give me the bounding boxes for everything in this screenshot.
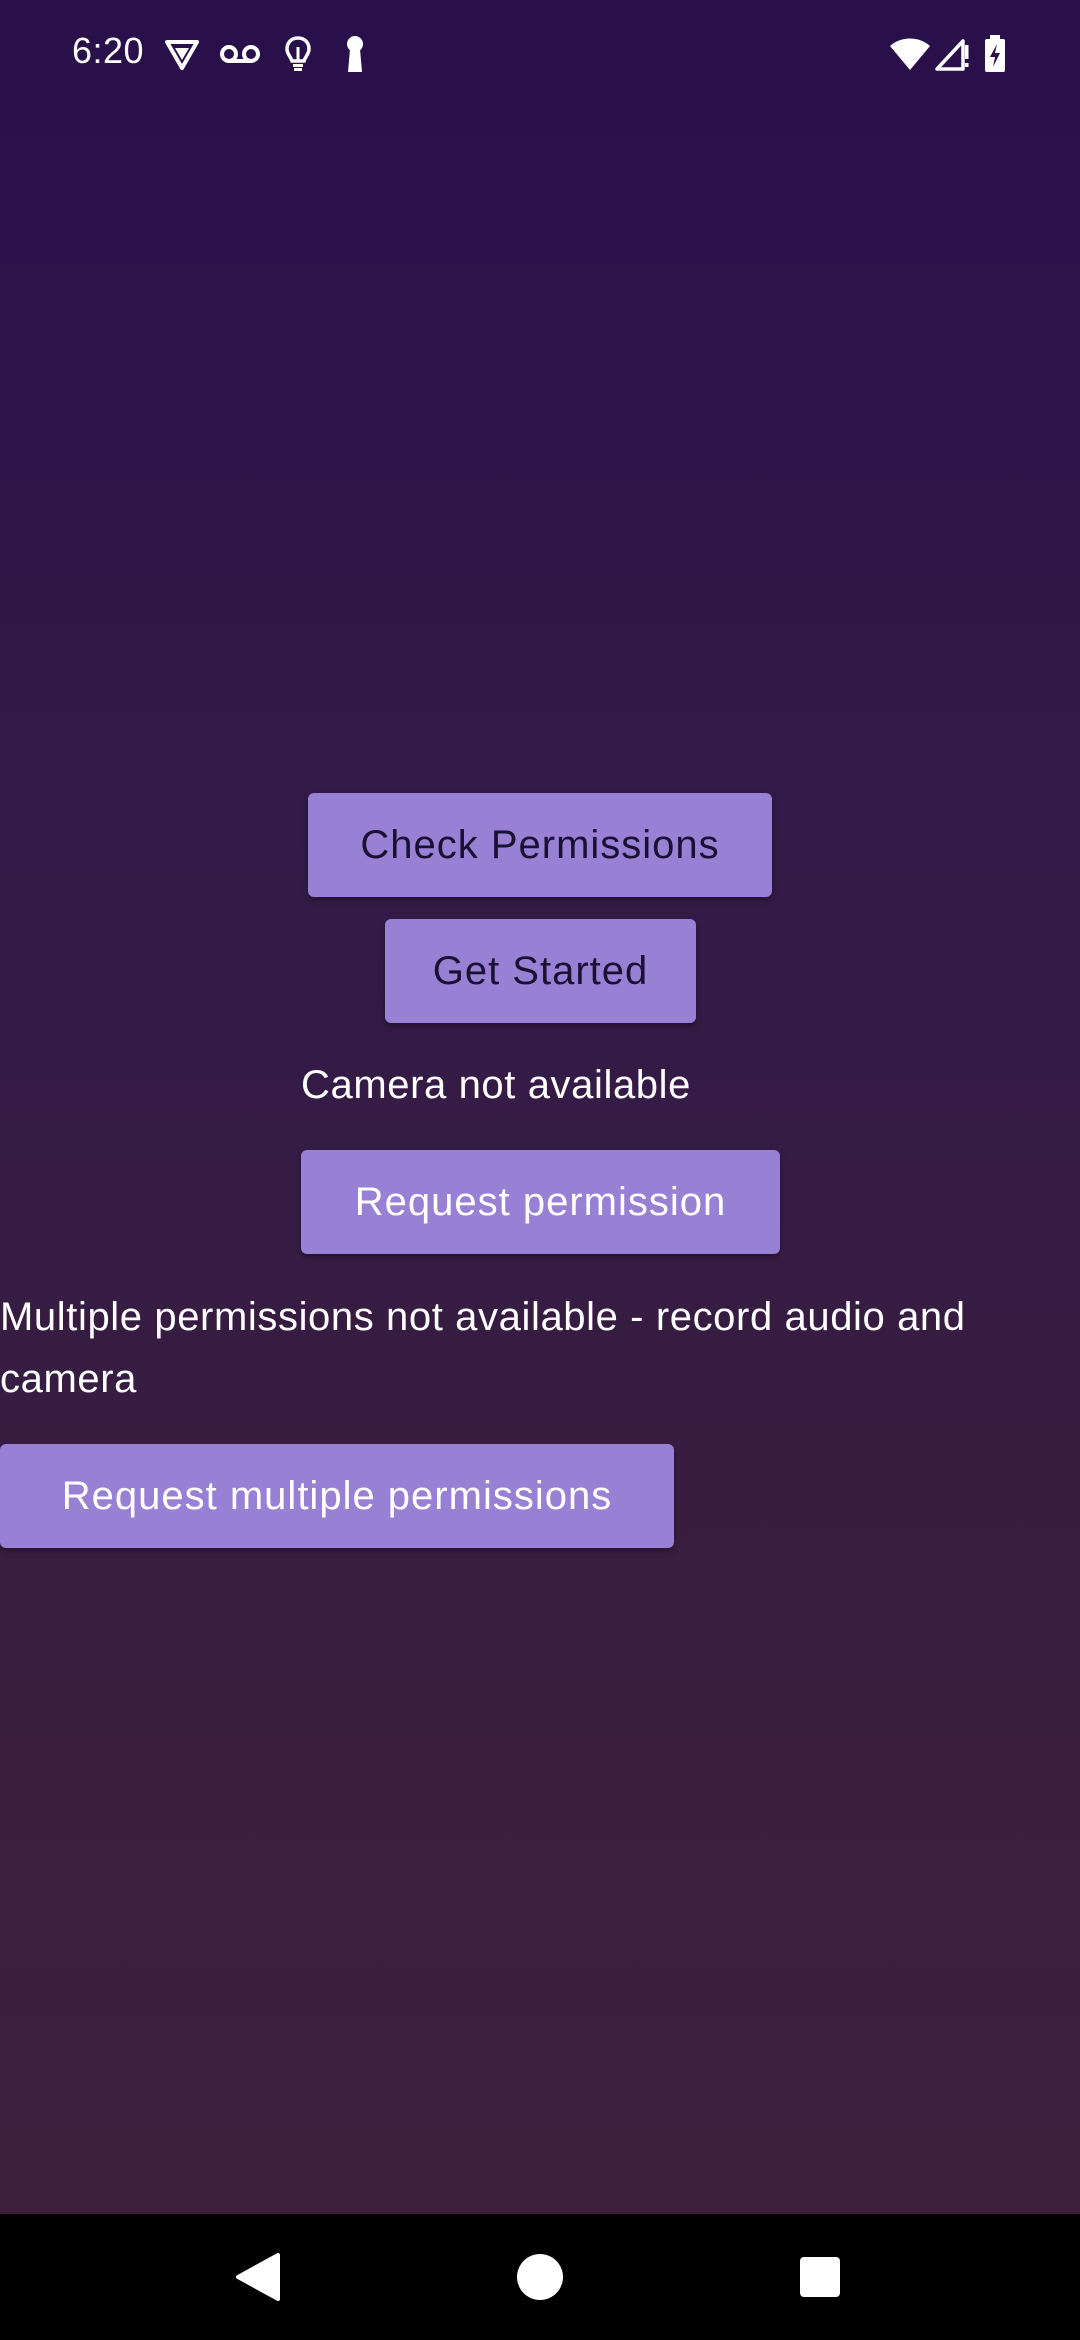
keyhole-icon <box>340 34 370 74</box>
camera-status-text: Camera not available <box>301 1063 691 1107</box>
get-started-button[interactable]: Get Started <box>385 919 696 1023</box>
request-permission-button[interactable]: Request permission <box>301 1150 780 1254</box>
check-permissions-button[interactable]: Check Permissions <box>308 793 772 897</box>
bulb-icon <box>280 34 316 74</box>
multiple-permissions-status-text: Multiple permissions not available - rec… <box>0 1295 966 1401</box>
cell-signal-icon <box>934 34 970 74</box>
wifi-icon <box>888 34 932 74</box>
status-time: 6:20 <box>72 30 145 71</box>
home-icon[interactable] <box>480 2214 600 2340</box>
recents-icon[interactable] <box>760 2214 880 2340</box>
navigation-bar <box>0 2214 1080 2340</box>
request-multiple-permissions-button[interactable]: Request multiple permissions <box>0 1444 674 1548</box>
status-bar: 6:20 <box>0 0 1080 110</box>
vpn-icon <box>162 34 202 74</box>
battery-charging-icon <box>980 34 1010 74</box>
back-icon[interactable] <box>198 2214 318 2340</box>
voicemail-icon <box>218 34 262 74</box>
